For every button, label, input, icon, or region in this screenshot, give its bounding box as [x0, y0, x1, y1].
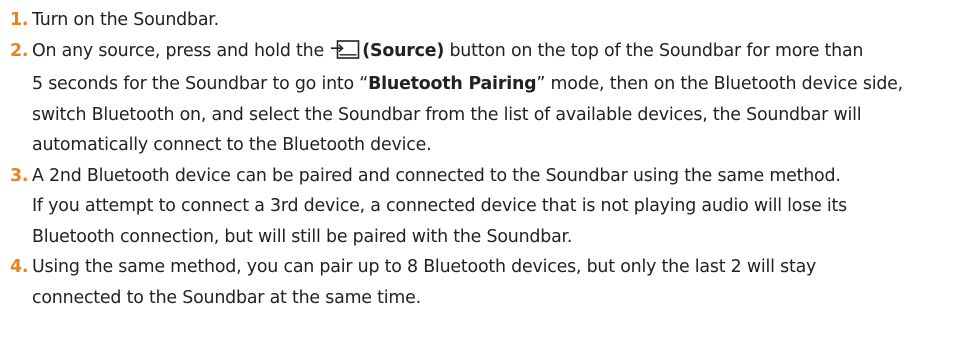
step-4-line-2: connected to the Soundbar at the same ti…: [32, 287, 421, 308]
step-1-line-1: Turn on the Soundbar.: [32, 10, 219, 30]
bluetooth-pairing-label: Bluetooth Pairing: [368, 74, 537, 94]
step-2-text-d: ” mode, then on the Bluetooth device sid…: [536, 74, 904, 94]
step-2-text-b: button on the top of the Soundbar for mo…: [444, 40, 864, 61]
step-number: 4.: [10, 257, 29, 277]
step-2-line-4: automatically connect to the Bluetooth d…: [32, 135, 432, 155]
source-button-label: (Source): [362, 40, 445, 61]
step-number: 3.: [10, 165, 29, 186]
step-text: On any source, press and hold the (Sourc…: [32, 36, 970, 161]
step-4: 4. Using the same method, you can pair u…: [0, 252, 970, 313]
step-2-line-2: 5 seconds for the Soundbar to go into “B…: [32, 69, 970, 100]
step-3-line-3: Bluetooth connection, but will still be …: [32, 226, 573, 247]
source-icon: [330, 39, 360, 70]
step-2-text-a: On any source, press and hold the: [32, 40, 330, 61]
step-2-line-1: On any source, press and hold the (Sourc…: [32, 36, 970, 70]
instruction-list: 1. Turn on the Soundbar. 2. On any sourc…: [0, 0, 970, 341]
step-3: 3. A 2nd Bluetooth device can be paired …: [0, 161, 970, 253]
step-2: 2. On any source, press and hold the (So…: [0, 36, 970, 161]
step-1: 1. Turn on the Soundbar.: [0, 5, 970, 36]
step-3-line-2: If you attempt to connect a 3rd device, …: [32, 196, 848, 216]
step-2-text-c: 5 seconds for the Soundbar to go into “: [32, 74, 369, 94]
step-text: Turn on the Soundbar.: [32, 5, 970, 36]
step-text: Using the same method, you can pair up t…: [32, 252, 970, 313]
step-number: 1.: [10, 10, 29, 30]
step-text: A 2nd Bluetooth device can be paired and…: [32, 161, 970, 253]
step-4-line-1: Using the same method, you can pair up t…: [32, 257, 817, 277]
step-3-line-1: A 2nd Bluetooth device can be paired and…: [32, 165, 841, 186]
step-2-line-3: switch Bluetooth on, and select the Soun…: [32, 104, 862, 125]
step-number: 2.: [10, 40, 29, 61]
